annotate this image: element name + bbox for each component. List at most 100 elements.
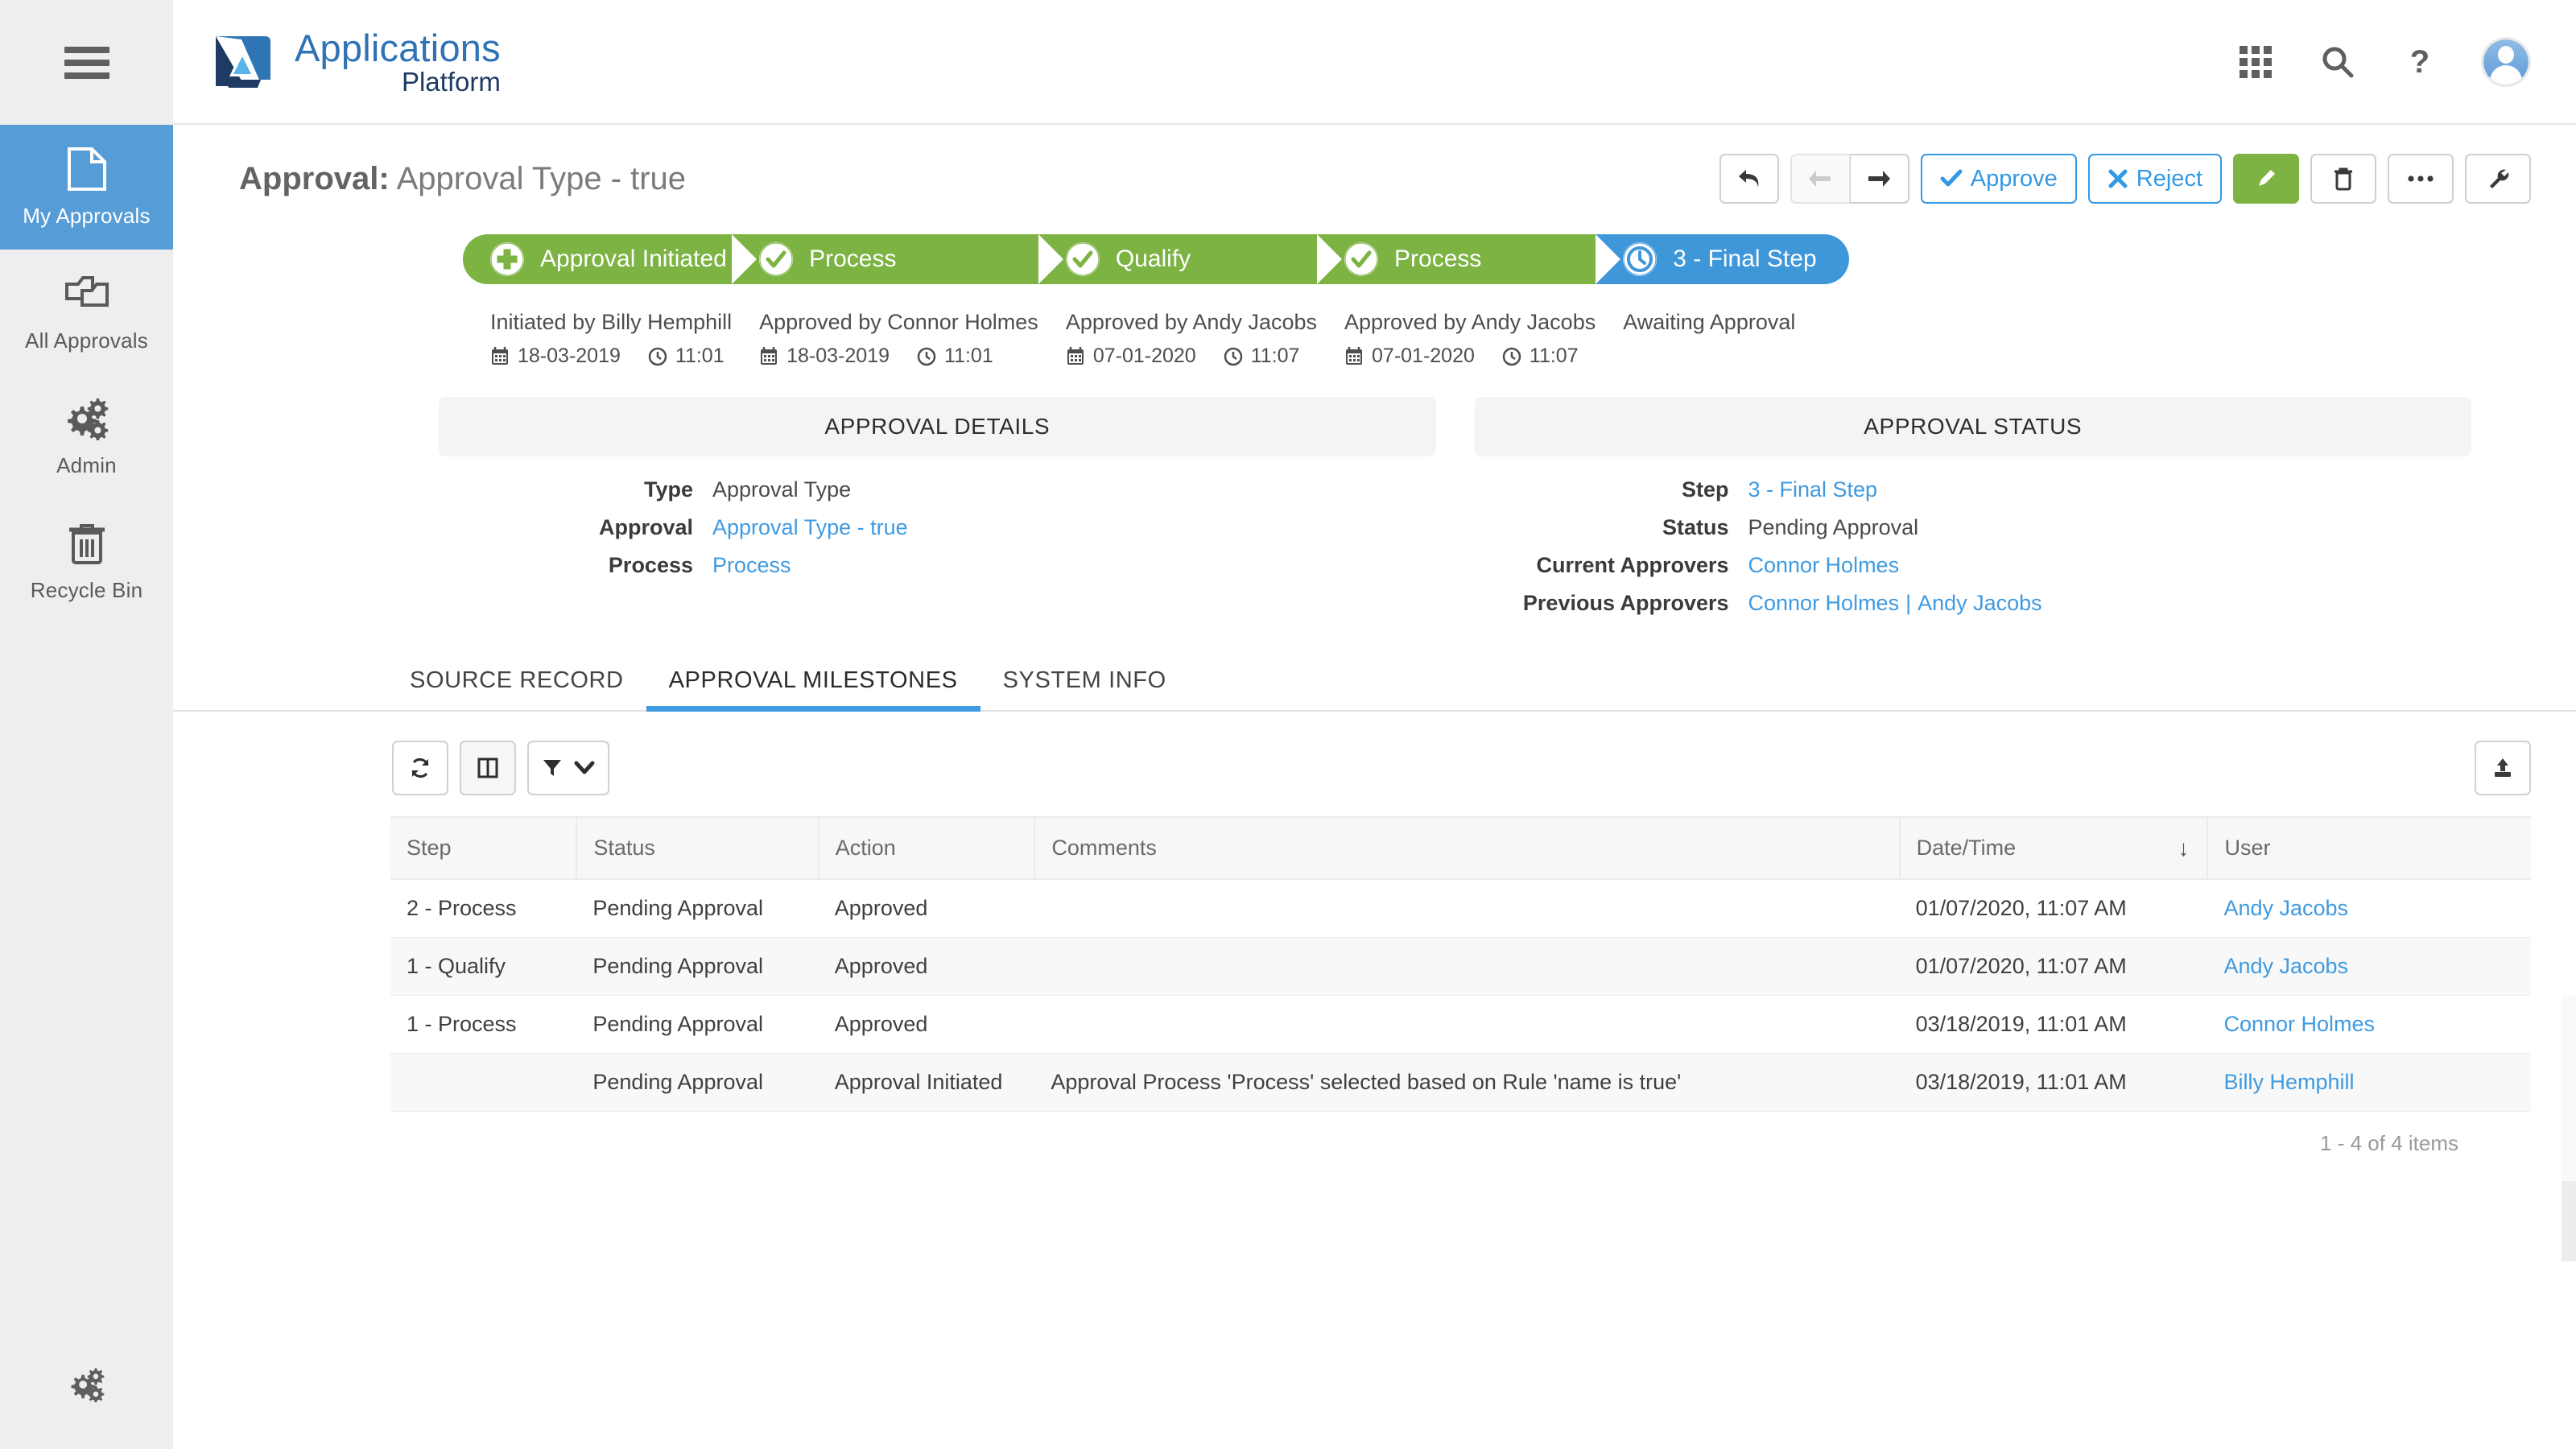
previous-approver-link-2[interactable]: Andy Jacobs <box>1918 591 2042 615</box>
table-row[interactable]: Pending Approval Approval Initiated Appr… <box>390 1053 2531 1112</box>
workflow-step-label: Process <box>1394 246 1482 272</box>
column-header-user[interactable]: User <box>2207 816 2531 880</box>
user-avatar[interactable] <box>2481 36 2531 87</box>
sidebar-item-label: Admin <box>56 453 117 477</box>
workflow-steps: Approval Initiated Initiated by Billy He… <box>463 234 2531 368</box>
previous-record-button[interactable] <box>1790 154 1850 204</box>
user-link[interactable]: Billy Hemphill <box>2223 1070 2354 1094</box>
cell-action: Approved <box>818 879 1035 938</box>
current-approver-link[interactable]: Connor Holmes <box>1748 553 1900 577</box>
logo-line2: Platform <box>401 66 501 97</box>
approve-label: Approve <box>1970 165 2058 192</box>
column-header-datetime[interactable]: Date/Time ↓ <box>1899 816 2209 880</box>
sidebar-item-recycle-bin[interactable]: Recycle Bin <box>0 499 173 624</box>
workflow-step-meta: Awaiting Approval <box>1596 284 1848 335</box>
table-header-row: Step Status Action Comments Date/Time ↓ U… <box>390 816 2531 880</box>
cell-action: Approved <box>818 937 1035 996</box>
next-record-button[interactable] <box>1849 154 1909 204</box>
refresh-icon <box>411 758 429 778</box>
process-link[interactable]: Process <box>712 553 791 577</box>
approval-details-body: Type Approval Type Approval Approval Typ… <box>439 456 1436 578</box>
cell-user: Andy Jacobs <box>2207 937 2531 996</box>
refresh-button[interactable] <box>392 741 448 795</box>
page-title: Approval: Approval Type - true <box>239 161 686 197</box>
workflow-step-4[interactable]: Process Approved by Andy Jacobs 07-01-20… <box>1317 234 1620 368</box>
workflow-step-5[interactable]: 3 - Final Step Awaiting Approval <box>1596 234 1849 335</box>
columns-button[interactable] <box>460 741 516 795</box>
field-row: Process Process <box>439 553 1436 578</box>
user-link[interactable]: Andy Jacobs <box>2223 954 2348 978</box>
delete-button[interactable] <box>2310 154 2376 204</box>
search-icon[interactable] <box>2317 41 2359 83</box>
grid-apps-icon[interactable] <box>2235 41 2277 83</box>
check-circle-icon <box>759 242 794 276</box>
workflow-step-time: 11:07 <box>1250 345 1300 367</box>
workflow-progress: Approval Initiated Initiated by Billy He… <box>173 204 2576 368</box>
sidebar-settings-button[interactable] <box>0 1320 173 1449</box>
cell-step <box>390 1053 577 1112</box>
previous-approver-link-1[interactable]: Connor Holmes <box>1748 591 1900 615</box>
workflow-step-actor: Initiated by Billy Hemphill <box>490 310 733 334</box>
table-row[interactable]: 1 - Qualify Pending Approval Approved 01… <box>390 937 2531 996</box>
tab-system-info[interactable]: SYSTEM INFO <box>980 667 1189 710</box>
workflow-step-date: 07-01-2020 <box>1372 345 1475 367</box>
milestones-table: Step Status Action Comments Date/Time ↓ U… <box>390 816 2531 1112</box>
approve-button[interactable]: Approve <box>1920 154 2077 204</box>
tools-button[interactable] <box>2465 154 2531 204</box>
table-vertical-scrollbar[interactable] <box>2562 996 2576 1261</box>
workflow-step-1[interactable]: Approval Initiated Initiated by Billy He… <box>463 234 757 368</box>
step-link[interactable]: 3 - Final Step <box>1748 477 1878 502</box>
user-link[interactable]: Connor Holmes <box>2223 1012 2375 1036</box>
workflow-step-3[interactable]: Qualify Approved by Andy Jacobs 07-01-20… <box>1038 234 1342 368</box>
tab-approval-milestones[interactable]: APPROVAL MILESTONES <box>646 667 980 712</box>
record-header: Approval: Approval Type - true Approve R… <box>173 126 2576 204</box>
workflow-step-date: 18-03-2019 <box>518 345 621 367</box>
trash-icon <box>64 520 110 567</box>
field-label: Step <box>1681 477 1729 502</box>
sidebar-item-all-approvals[interactable]: All Approvals <box>0 250 173 374</box>
approval-link[interactable]: Approval Type - true <box>712 515 908 539</box>
column-header-step[interactable]: Step <box>390 816 578 880</box>
document-icon <box>64 146 110 192</box>
field-label: Previous Approvers <box>1522 591 1729 615</box>
field-label: Current Approvers <box>1536 553 1729 577</box>
undo-arrow-icon <box>1738 170 1759 188</box>
columns-icon <box>477 758 498 778</box>
user-link[interactable]: Andy Jacobs <box>2223 896 2348 920</box>
field-label: Process <box>608 553 693 577</box>
app-logo[interactable]: Applications Platform <box>209 29 501 95</box>
more-actions-button[interactable] <box>2388 154 2454 204</box>
grid-toolbar <box>173 712 2576 795</box>
filter-button[interactable] <box>527 741 609 795</box>
tab-source-record[interactable]: SOURCE RECORD <box>387 667 646 710</box>
question-mark-icon[interactable]: ? <box>2399 41 2441 83</box>
cell-user: Billy Hemphill <box>2207 1053 2531 1112</box>
field-label: Type <box>643 477 693 502</box>
column-header-comments[interactable]: Comments <box>1034 816 1901 880</box>
reject-button[interactable]: Reject <box>2087 154 2222 204</box>
workflow-step-label: Process <box>809 246 897 272</box>
column-header-status[interactable]: Status <box>576 816 819 880</box>
workflow-step-meta: Initiated by Billy Hemphill 18-03-2019 1… <box>463 284 732 368</box>
field-row: Step 3 - Final Step <box>1475 477 2472 502</box>
cell-user: Andy Jacobs <box>2207 879 2531 938</box>
field-label: Approval <box>598 515 693 539</box>
scrollbar-thumb[interactable] <box>2562 996 2576 1181</box>
column-header-action[interactable]: Action <box>818 816 1036 880</box>
workflow-step-2[interactable]: Process Approved by Connor Holmes 18-03-… <box>732 234 1063 368</box>
sidebar-item-admin[interactable]: Admin <box>0 374 173 499</box>
wrench-icon <box>2490 169 2509 188</box>
sidebar-item-my-approvals[interactable]: My Approvals <box>0 125 173 250</box>
edit-button[interactable] <box>2233 154 2299 204</box>
page-title-prefix: Approval: <box>239 160 390 196</box>
field-row: Approval Approval Type - true <box>439 515 1436 540</box>
main-content: Approval: Approval Type - true Approve R… <box>173 126 2576 1449</box>
table-row[interactable]: 1 - Process Pending Approval Approved 03… <box>390 995 2531 1054</box>
hamburger-menu-button[interactable] <box>0 0 173 125</box>
back-button[interactable] <box>1719 154 1779 204</box>
export-button[interactable] <box>2475 741 2531 795</box>
workflow-step-meta: Approved by Andy Jacobs 07-01-2020 11:07 <box>1038 284 1317 368</box>
table-row[interactable]: 2 - Process Pending Approval Approved 01… <box>390 879 2531 938</box>
cell-action: Approved <box>818 995 1035 1054</box>
check-icon <box>1940 169 1963 187</box>
